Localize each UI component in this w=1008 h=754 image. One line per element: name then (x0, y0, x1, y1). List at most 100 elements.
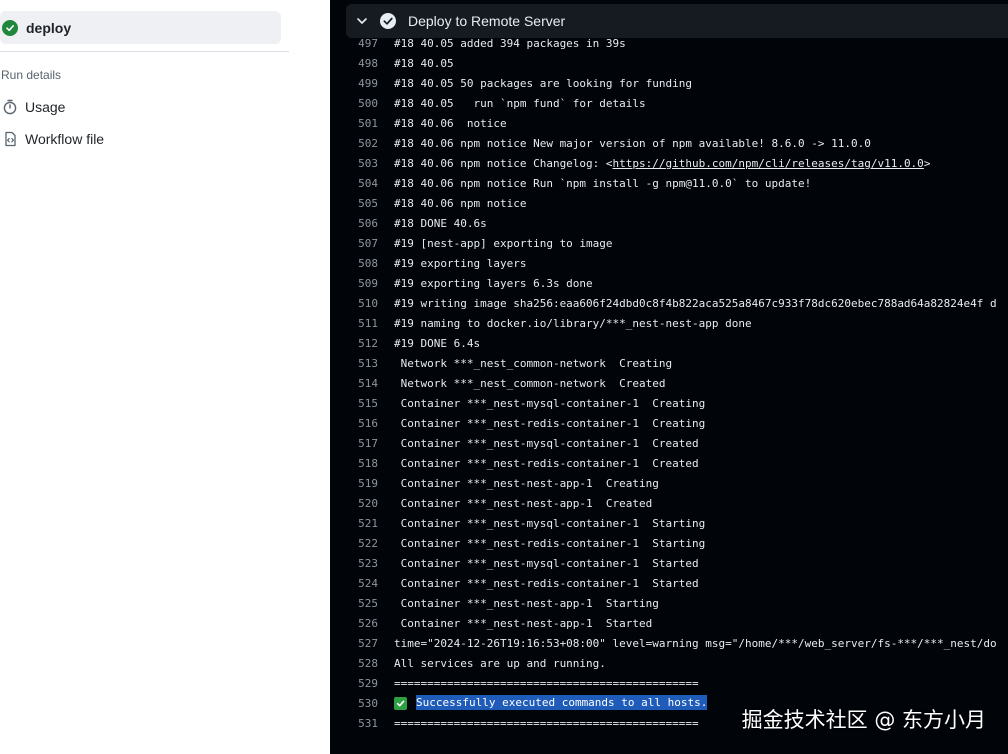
log-line: 525 Container ***_nest-nest-app-1 Starti… (330, 593, 1008, 613)
log-line: 501 #18 40.06 notice (330, 113, 1008, 133)
log-line: 510 #19 writing image sha256:eaa606f24dbd… (330, 293, 1008, 313)
log-line: 499 #18 40.05 50 packages are looking for… (330, 73, 1008, 93)
log-line: 505 #18 40.06 npm notice (330, 193, 1008, 213)
line-number[interactable]: 531 (330, 717, 394, 730)
line-number[interactable]: 518 (330, 457, 394, 470)
log-text: Container ***_nest-redis-container-1 Sta… (394, 576, 699, 590)
log-line: 508 #19 exporting layers (330, 253, 1008, 273)
line-number[interactable]: 499 (330, 77, 394, 90)
line-number[interactable]: 522 (330, 537, 394, 550)
line-number[interactable]: 498 (330, 57, 394, 70)
line-number[interactable]: 527 (330, 637, 394, 650)
log-text: Container ***_nest-mysql-container-1 Cre… (394, 396, 706, 410)
line-number[interactable]: 515 (330, 397, 394, 410)
line-number[interactable]: 512 (330, 337, 394, 350)
run-details-heading: Run details (1, 68, 62, 82)
log-line: 497 #18 40.05 added 394 packages in 39s (330, 33, 1008, 53)
chevron-down-icon (357, 18, 367, 24)
line-number[interactable]: 511 (330, 317, 394, 330)
line-number[interactable]: 505 (330, 197, 394, 210)
sidebar-item-label: Usage (25, 99, 66, 115)
line-number[interactable]: 514 (330, 377, 394, 390)
log-line: 529 =====================================… (330, 673, 1008, 693)
line-number[interactable]: 509 (330, 277, 394, 290)
sidebar-item-usage[interactable]: Usage (2, 99, 65, 115)
log-line: 498 #18 40.05 (330, 53, 1008, 73)
log-text: #19 exporting layers (394, 256, 527, 270)
log-text: Container ***_nest-nest-app-1 Starting (394, 596, 659, 610)
line-number[interactable]: 528 (330, 657, 394, 670)
check-circle-icon (380, 13, 396, 29)
line-number[interactable]: 521 (330, 517, 394, 530)
log-line: 515 Container ***_nest-mysql-container-1… (330, 393, 1008, 413)
log-text: ========================================… (394, 716, 699, 730)
line-number[interactable]: 501 (330, 117, 394, 130)
log-text: Container ***_nest-nest-app-1 Creating (394, 476, 659, 490)
log-text: ========================================… (394, 676, 699, 690)
line-number[interactable]: 523 (330, 557, 394, 570)
log-text: Container ***_nest-mysql-container-1 Sta… (394, 556, 699, 570)
stopwatch-icon (3, 99, 17, 115)
check-mark-icon (394, 696, 407, 710)
line-number[interactable]: 519 (330, 477, 394, 490)
log-line: 528 All services are up and running. (330, 653, 1008, 673)
line-number[interactable]: 500 (330, 97, 394, 110)
line-number[interactable]: 516 (330, 417, 394, 430)
log-line: 509 #19 exporting layers 6.3s done (330, 273, 1008, 293)
log-line: 526 Container ***_nest-nest-app-1 Starte… (330, 613, 1008, 633)
log-line: 504 #18 40.06 npm notice Run `npm install… (330, 173, 1008, 193)
sidebar: deploy Run details Usage Workflow file (0, 0, 330, 754)
log-line: 511 #19 naming to docker.io/library/***_n… (330, 313, 1008, 333)
log-line: 516 Container ***_nest-redis-container-1… (330, 413, 1008, 433)
log-line: 507 #19 [nest-app] exporting to image (330, 233, 1008, 253)
line-number[interactable]: 520 (330, 497, 394, 510)
line-number[interactable]: 506 (330, 217, 394, 230)
selected-text: Successfully executed commands to all ho… (416, 695, 708, 711)
line-number[interactable]: 529 (330, 677, 394, 690)
log-line: 518 Container ***_nest-redis-container-1… (330, 453, 1008, 473)
line-number[interactable]: 504 (330, 177, 394, 190)
log-text: Container ***_nest-redis-container-1 Cre… (394, 416, 706, 430)
log-lines: 497 #18 40.05 added 394 packages in 39s 49… (330, 33, 1008, 733)
log-line: 512 #19 DONE 6.4s (330, 333, 1008, 353)
line-number[interactable]: 517 (330, 437, 394, 450)
line-number[interactable]: 510 (330, 297, 394, 310)
line-number[interactable]: 502 (330, 137, 394, 150)
log-text: Container ***_nest-nest-app-1 Started (394, 616, 653, 630)
log-text: #19 exporting layers 6.3s done (394, 276, 593, 290)
log-text: #18 40.06 npm notice (394, 196, 527, 210)
annotation-arrow (990, 598, 1008, 678)
log-text: #18 40.06 notice (394, 116, 507, 130)
log-text: #19 DONE 6.4s (394, 336, 481, 350)
watermark: 掘金技术社区 @ 东方小月 (741, 708, 986, 732)
log-text: Successfully executed commands to all ho… (394, 695, 708, 711)
line-number[interactable]: 503 (330, 157, 394, 170)
job-item-deploy[interactable]: deploy (0, 11, 281, 44)
line-number[interactable]: 497 (330, 37, 394, 50)
log-text: Container ***_nest-mysql-container-1 Sta… (394, 516, 706, 530)
log-line: 514 Network ***_nest_common-network Crea… (330, 373, 1008, 393)
log-text: #18 40.05 (394, 56, 454, 70)
line-number[interactable]: 524 (330, 577, 394, 590)
line-number[interactable]: 526 (330, 617, 394, 630)
log-text: Container ***_nest-mysql-container-1 Cre… (394, 436, 699, 450)
line-number[interactable]: 525 (330, 597, 394, 610)
step-title: Deploy to Remote Server (408, 13, 566, 29)
log-text: Network ***_nest_common-network Creating (394, 356, 673, 370)
log-line: 519 Container ***_nest-nest-app-1 Creati… (330, 473, 1008, 493)
job-label: deploy (26, 19, 72, 36)
sidebar-divider (0, 51, 289, 52)
sidebar-item-workflow-file[interactable]: Workflow file (2, 131, 104, 147)
log-line: 522 Container ***_nest-redis-container-1… (330, 533, 1008, 553)
line-number[interactable]: 530 (330, 697, 394, 710)
changelog-link[interactable]: https://github.com/npm/cli/releases/tag/… (613, 157, 924, 170)
log-text-prefix: #18 40.06 npm notice Changelog: < (394, 156, 613, 170)
line-number[interactable]: 513 (330, 357, 394, 370)
log-text: Network ***_nest_common-network Created (394, 376, 666, 390)
line-number[interactable]: 507 (330, 237, 394, 250)
log-text: #18 40.05 run `npm fund` for details (394, 96, 646, 110)
log-text: #18 40.05 added 394 packages in 39s (394, 36, 626, 50)
log-text: #18 40.06 npm notice New major version o… (394, 136, 871, 150)
line-number[interactable]: 508 (330, 257, 394, 270)
log-line: 502 #18 40.06 npm notice New major versio… (330, 133, 1008, 153)
